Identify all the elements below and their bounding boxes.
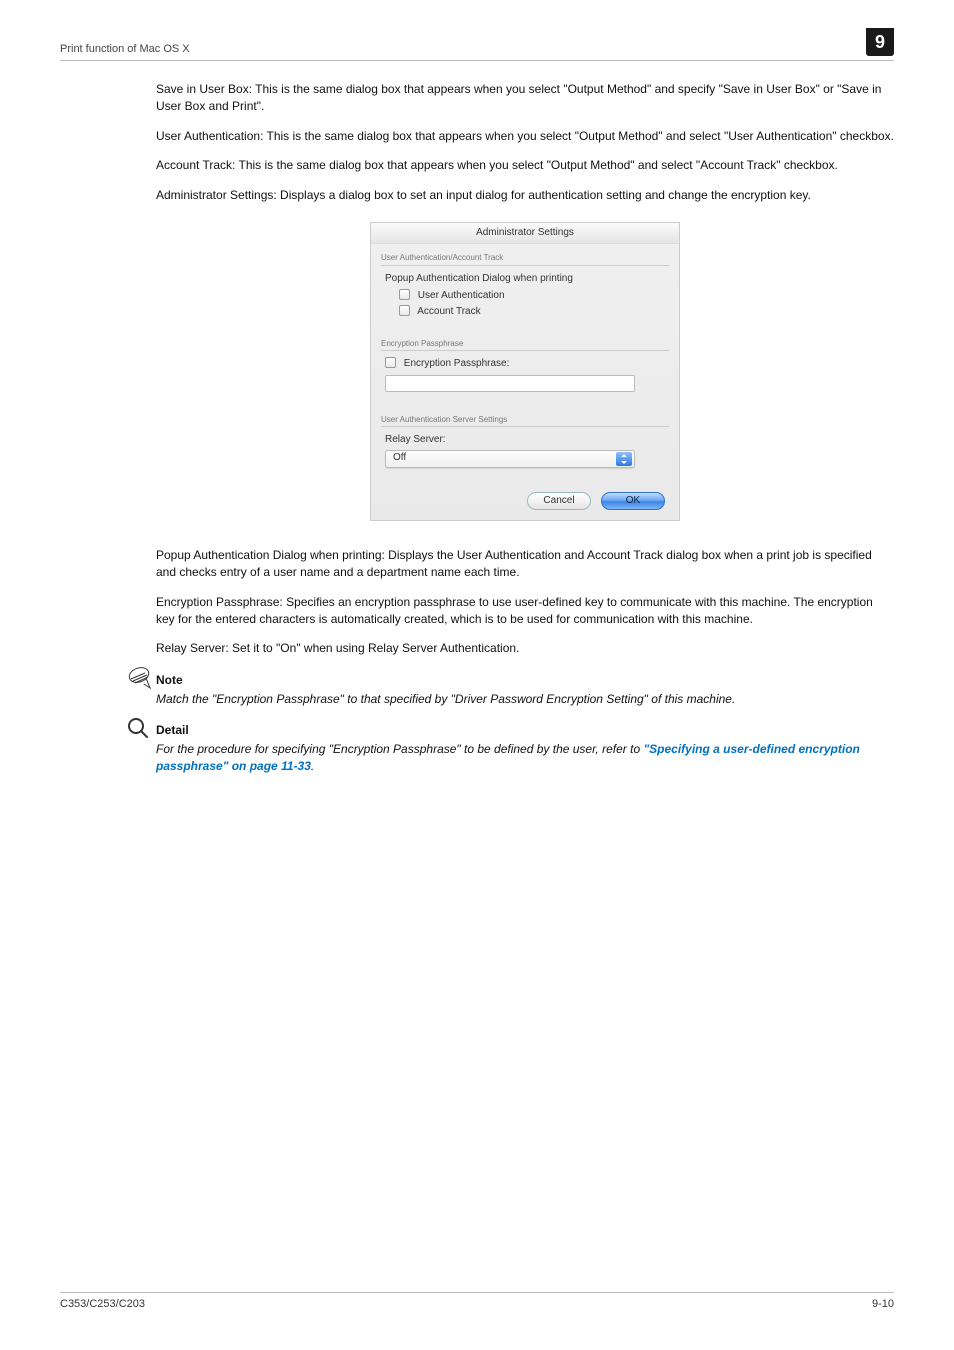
detail-text-prefix: For the procedure for specifying "Encryp… <box>156 742 643 756</box>
para-user-authentication: User Authentication: This is the same di… <box>156 128 894 145</box>
checkbox-user-authentication[interactable] <box>399 289 410 300</box>
checkbox-row-account-track: Account Track <box>399 305 669 320</box>
relay-server-label: Relay Server: <box>385 433 669 448</box>
checkbox-label-user-authentication: User Authentication <box>418 290 505 301</box>
page-header: Print function of Mac OS X 9 <box>0 0 954 61</box>
section-title-encryption: Encryption Passphrase <box>381 338 669 352</box>
section-encryption-passphrase: Encryption Passphrase Encryption Passphr… <box>381 338 669 392</box>
dialog-title: Administrator Settings <box>371 223 679 245</box>
page-footer: C353/C253/C203 9-10 <box>60 1292 894 1310</box>
ok-button[interactable]: OK <box>601 492 665 510</box>
checkbox-row-user-auth: User Authentication <box>399 289 669 304</box>
chapter-number: 9 <box>875 32 885 53</box>
page-content: Save in User Box: This is the same dialo… <box>0 61 954 775</box>
section-title: Print function of Mac OS X <box>60 43 190 55</box>
note-heading: Note <box>156 672 894 689</box>
cancel-button[interactable]: Cancel <box>527 492 591 510</box>
para-relay-server: Relay Server: Set it to "On" when using … <box>156 640 894 657</box>
note-icon <box>126 666 152 697</box>
para-encryption-passphrase: Encryption Passphrase: Specifies an encr… <box>156 594 894 629</box>
section-user-auth-server: User Authentication Server Settings Rela… <box>381 414 669 468</box>
relay-server-select[interactable]: Off <box>385 450 635 468</box>
detail-heading: Detail <box>156 722 894 739</box>
detail-text: For the procedure for specifying "Encryp… <box>156 741 894 775</box>
detail-text-suffix: . <box>311 759 314 773</box>
dialog-container: Administrator Settings User Authenticati… <box>156 222 894 521</box>
footer-model: C353/C253/C203 <box>60 1298 145 1310</box>
note-text: Match the "Encryption Passphrase" to tha… <box>156 691 894 708</box>
dialog-body: User Authentication/Account Track Popup … <box>371 244 679 519</box>
checkbox-encryption-passphrase[interactable] <box>385 357 396 368</box>
relay-server-selected-value: Off <box>393 451 406 466</box>
para-administrator-settings: Administrator Settings: Displays a dialo… <box>156 187 894 204</box>
checkbox-label-encryption-passphrase: Encryption Passphrase: <box>404 358 510 369</box>
encryption-passphrase-input[interactable] <box>385 375 635 392</box>
administrator-settings-dialog: Administrator Settings User Authenticati… <box>370 222 680 521</box>
detail-block: Detail For the procedure for specifying … <box>156 722 894 775</box>
checkbox-row-encryption: Encryption Passphrase: <box>385 357 669 372</box>
para-save-in-user-box: Save in User Box: This is the same dialo… <box>156 81 894 116</box>
footer-page: 9-10 <box>872 1298 894 1310</box>
select-arrow-icon <box>616 452 632 466</box>
note-block: Note Match the "Encryption Passphrase" t… <box>156 672 894 708</box>
para-account-track: Account Track: This is the same dialog b… <box>156 157 894 174</box>
popup-auth-label: Popup Authentication Dialog when printin… <box>385 272 669 287</box>
section-title-server-settings: User Authentication Server Settings <box>381 414 669 428</box>
section-title-user-auth: User Authentication/Account Track <box>381 252 669 266</box>
header-row: Print function of Mac OS X 9 <box>60 42 894 61</box>
chapter-badge: 9 <box>866 28 894 56</box>
detail-icon <box>126 716 150 745</box>
checkbox-label-account-track: Account Track <box>417 306 480 317</box>
dialog-footer: Cancel OK <box>381 492 669 510</box>
section-user-auth-account-track: User Authentication/Account Track Popup … <box>381 252 669 319</box>
para-popup-auth: Popup Authentication Dialog when printin… <box>156 547 894 582</box>
checkbox-account-track[interactable] <box>399 305 410 316</box>
